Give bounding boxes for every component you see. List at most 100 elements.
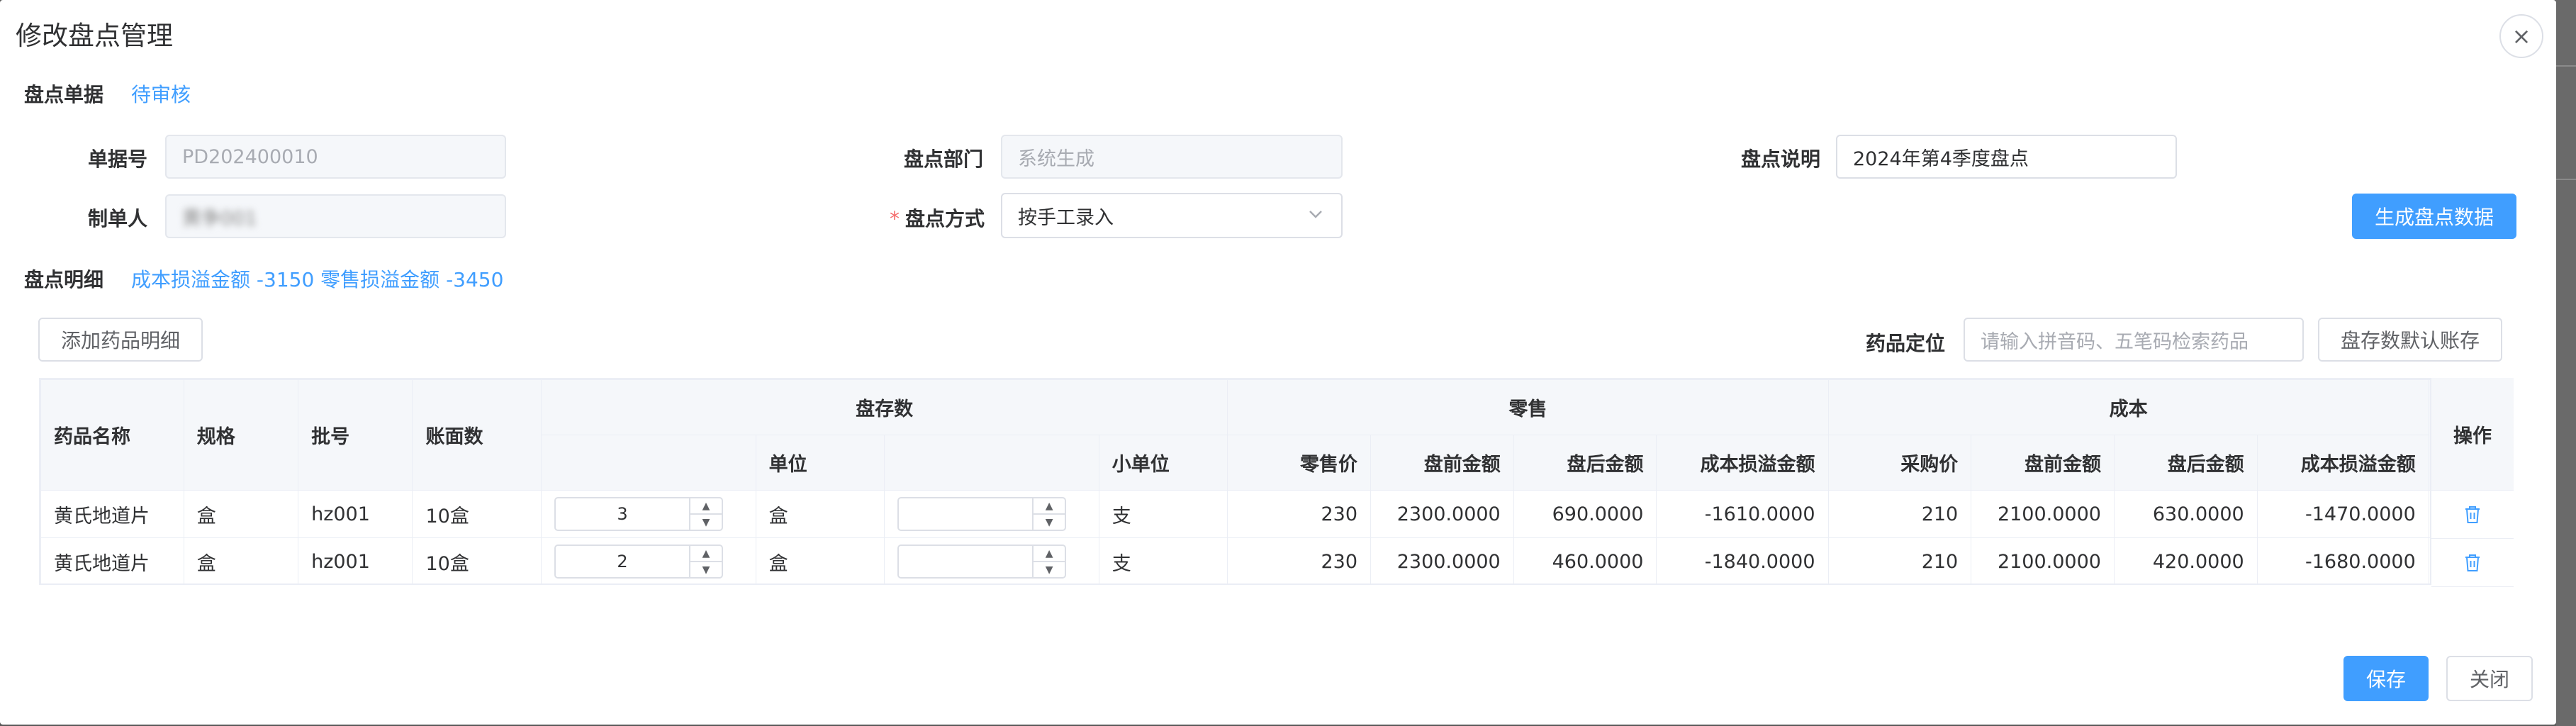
- modal-backdrop: [2556, 0, 2576, 726]
- col-group-cost: 成本: [1827, 379, 2429, 435]
- close-button[interactable]: ×: [2499, 14, 2543, 58]
- ops-cell: [2431, 539, 2514, 587]
- cell-cost-loss: -1680.0000: [2256, 537, 2429, 583]
- cell-retail-price: 230: [1227, 490, 1372, 538]
- decrement-button[interactable]: ▼: [690, 562, 722, 577]
- generate-data-button[interactable]: 生成盘点数据: [2352, 194, 2516, 239]
- locate-label: 药品定位: [1866, 332, 1946, 355]
- trash-icon[interactable]: [2463, 553, 2482, 573]
- col-group-retail: 零售: [1227, 379, 1829, 435]
- count-stepper[interactable]: 2 ▲ ▼: [554, 544, 724, 579]
- trash-icon[interactable]: [2463, 505, 2482, 525]
- close-dialog-button[interactable]: 关闭: [2446, 656, 2533, 701]
- cell-name: 黄氏地道片: [40, 537, 184, 583]
- col-name: 药品名称: [40, 379, 184, 491]
- col-retail-price: 零售价: [1227, 435, 1372, 491]
- col-small-count-input: [884, 435, 1099, 491]
- col-unit: 单位: [755, 435, 885, 491]
- doc-no-label: 单据号: [88, 147, 148, 171]
- small-count-stepper[interactable]: ▲ ▼: [897, 544, 1067, 579]
- cell-small-unit: 支: [1098, 537, 1228, 583]
- backdrop-divider: [2556, 179, 2576, 180]
- cell-small-unit: 支: [1098, 490, 1228, 538]
- required-mark: *: [890, 207, 900, 230]
- table-row: 黄氏地道片 盒 hz001 10盒 2 ▲ ▼ 盒 ▲ ▼ 支 230 2300…: [40, 537, 2512, 583]
- ops-column: 操作: [2430, 378, 2514, 587]
- increment-button[interactable]: ▲: [1034, 546, 1065, 562]
- creator-label: 制单人: [88, 207, 148, 230]
- close-icon: ×: [2511, 23, 2531, 50]
- cell-cost-loss: -1470.0000: [2256, 490, 2429, 538]
- dept-field: 系统生成: [1001, 135, 1343, 179]
- col-before-amount: 盘前金额: [1370, 435, 1514, 491]
- creator-field: 黄争001: [165, 194, 506, 238]
- col-loss-amount: 成本损溢金额: [1656, 435, 1829, 491]
- cell-unit: 盒: [755, 537, 885, 583]
- dept-label: 盘点部门: [904, 147, 984, 171]
- decrement-button[interactable]: ▼: [690, 515, 722, 530]
- cell-purchase-price: 210: [1827, 490, 1972, 538]
- col-cost-after: 盘后金额: [2113, 435, 2258, 491]
- col-ops: 操作: [2431, 378, 2514, 491]
- cell-unit: 盒: [755, 490, 885, 538]
- doc-section-label: 盘点单据: [24, 83, 104, 106]
- doc-no-field: PD202400010: [165, 135, 506, 179]
- cell-cost-after: 630.0000: [2113, 490, 2258, 538]
- decrement-button[interactable]: ▼: [1034, 562, 1065, 577]
- detail-section-label: 盘点明细: [24, 268, 104, 291]
- medicine-search-input[interactable]: 请输入拼音码、五笔码检索药品: [1964, 318, 2304, 362]
- mode-label: * 盘点方式: [890, 207, 985, 230]
- desc-field[interactable]: 2024年第4季度盘点: [1836, 135, 2177, 179]
- mode-select-value: 按手工录入: [1018, 206, 1114, 229]
- status-badge: 待审核: [131, 83, 191, 106]
- cell-after-amount: 690.0000: [1513, 490, 1657, 538]
- small-count-stepper[interactable]: ▲ ▼: [897, 497, 1067, 531]
- cell-count: 2 ▲ ▼: [541, 537, 756, 583]
- col-group-count: 盘存数: [541, 379, 1228, 435]
- cell-loss-amount: -1840.0000: [1656, 537, 1829, 583]
- cell-book: 10盒: [412, 490, 542, 538]
- creator-value: 黄争001: [182, 207, 257, 230]
- cell-spec: 盒: [183, 490, 299, 538]
- increment-button[interactable]: ▲: [690, 498, 722, 515]
- cell-after-amount: 460.0000: [1513, 537, 1657, 583]
- stocktake-table: 药品名称 规格 批号 账面数 盘存数 零售 成本 生 单位 小单位 零售价 盘前…: [39, 378, 2514, 585]
- col-count-input: [541, 435, 756, 491]
- save-button[interactable]: 保存: [2343, 656, 2429, 701]
- chevron-down-icon: [1309, 211, 1322, 218]
- col-cost-before: 盘前金额: [1971, 435, 2115, 491]
- decrement-button[interactable]: ▼: [1034, 515, 1065, 530]
- cell-count: 3 ▲ ▼: [541, 490, 756, 538]
- cell-before-amount: 2300.0000: [1370, 537, 1514, 583]
- cell-spec: 盒: [183, 537, 299, 583]
- cell-cost-before: 2100.0000: [1971, 537, 2115, 583]
- cell-book: 10盒: [412, 537, 542, 583]
- cell-batch: hz001: [298, 490, 413, 538]
- desc-label: 盘点说明: [1741, 147, 1821, 171]
- default-stock-button[interactable]: 盘存数默认账存: [2318, 318, 2502, 362]
- cell-purchase-price: 210: [1827, 537, 1972, 583]
- col-batch: 批号: [298, 379, 413, 491]
- increment-button[interactable]: ▲: [690, 546, 722, 562]
- table-row: 黄氏地道片 盒 hz001 10盒 3 ▲ ▼ 盒 ▲ ▼ 支 230 2300…: [40, 490, 2512, 538]
- col-purchase-price: 采购价: [1827, 435, 1972, 491]
- dialog-title: 修改盘点管理: [16, 21, 173, 51]
- cell-small-count: ▲ ▼: [884, 537, 1099, 583]
- cell-cost-before: 2100.0000: [1971, 490, 2115, 538]
- count-stepper[interactable]: 3 ▲ ▼: [554, 497, 724, 531]
- col-book: 账面数: [412, 379, 542, 491]
- cell-batch: hz001: [298, 537, 413, 583]
- cell-cost-after: 420.0000: [2113, 537, 2258, 583]
- add-medicine-button[interactable]: 添加药品明细: [38, 318, 203, 362]
- mode-select[interactable]: 按手工录入: [1001, 193, 1343, 238]
- cell-small-count: ▲ ▼: [884, 490, 1099, 538]
- increment-button[interactable]: ▲: [1034, 498, 1065, 515]
- count-value: 2: [617, 552, 628, 571]
- edit-stocktake-dialog: 修改盘点管理 × 盘点单据 待审核 单据号 PD202400010 盘点部门 系…: [0, 0, 2556, 725]
- col-small-unit: 小单位: [1098, 435, 1228, 491]
- ops-cell: [2431, 491, 2514, 539]
- cell-before-amount: 2300.0000: [1370, 490, 1514, 538]
- count-value: 3: [617, 504, 628, 524]
- backdrop-divider: [2556, 65, 2576, 67]
- cell-loss-amount: -1610.0000: [1656, 490, 1829, 538]
